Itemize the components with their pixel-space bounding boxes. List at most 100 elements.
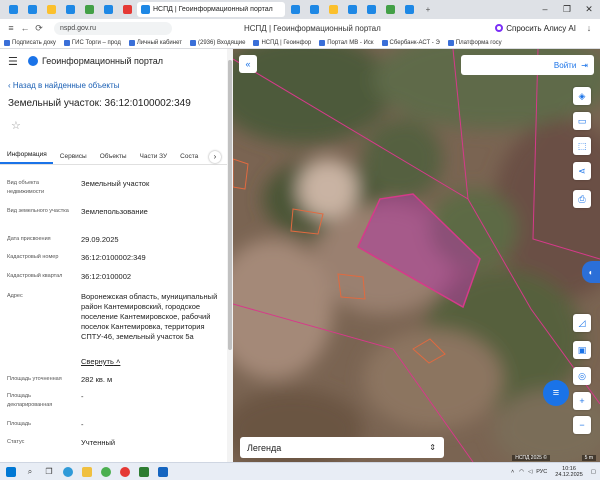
url-field[interactable]: nspd.gov.ru xyxy=(54,21,172,35)
tab-13[interactable] xyxy=(381,2,399,17)
tab-favicon-icon xyxy=(366,5,376,14)
overview-map-icon[interactable]: ▣ xyxy=(573,341,591,359)
tab-favicon-icon xyxy=(141,5,150,14)
chevron-up-icon[interactable]: ˄ xyxy=(511,469,514,475)
menu-icon[interactable]: ≡ xyxy=(4,23,18,33)
alice-icon xyxy=(495,24,504,32)
chrome-icon[interactable] xyxy=(99,466,113,478)
property-value: Воронежская область, муниципальный район… xyxy=(81,292,218,341)
back-to-results-link[interactable]: ‹ Назад в найденные объекты xyxy=(0,73,233,90)
search-icon[interactable]: ⌕ xyxy=(23,466,37,478)
tab-active-title: НСПД | Геоинформационный портал xyxy=(153,6,273,13)
locate-icon[interactable]: ◎ xyxy=(573,367,591,385)
side-widget-icon[interactable]: ◐ xyxy=(582,261,600,283)
tab-active[interactable]: НСПД | Геоинформационный портал xyxy=(137,2,285,17)
bookmark-item[interactable]: (2936) Входящие xyxy=(189,39,245,46)
tab-objects[interactable]: Объекты xyxy=(93,153,133,164)
brand[interactable]: Геоинформационный портал xyxy=(28,56,163,66)
new-tab-button[interactable]: + xyxy=(419,2,437,17)
tab-7[interactable] xyxy=(118,2,136,17)
tab-11[interactable] xyxy=(343,2,361,17)
property-value: Учтенный xyxy=(81,438,116,447)
tab-6[interactable] xyxy=(99,2,117,17)
bookmark-item[interactable]: Личный кабинет xyxy=(128,39,182,46)
tab-1[interactable] xyxy=(4,2,22,17)
login-button[interactable]: Войти ⇥ xyxy=(461,55,594,75)
tab-composition[interactable]: Соста xyxy=(173,153,204,164)
task-view-icon[interactable]: ❐ xyxy=(42,466,56,478)
tab-5[interactable] xyxy=(80,2,98,17)
windows-start-icon[interactable] xyxy=(4,466,18,478)
bookmark-item[interactable]: Платформа госу xyxy=(447,39,502,46)
edge-icon[interactable] xyxy=(61,466,75,478)
window-controls: – ❐ ✕ xyxy=(534,4,600,15)
login-label: Войти xyxy=(553,60,577,70)
explorer-icon[interactable] xyxy=(80,466,94,478)
minimize-button[interactable]: – xyxy=(534,4,556,15)
volume-icon[interactable]: ◁ xyxy=(528,469,532,475)
map-attribution: НСПД 2025 © xyxy=(512,455,550,461)
app-icon[interactable] xyxy=(137,466,151,478)
notifications-icon[interactable]: ▢ xyxy=(591,469,596,475)
tab-information[interactable]: Информация xyxy=(0,151,53,164)
share-icon[interactable]: ⋖ xyxy=(573,162,591,180)
close-window-button[interactable]: ✕ xyxy=(578,4,600,15)
tab-parts[interactable]: Части ЗУ xyxy=(133,153,174,164)
tab-favicon-icon xyxy=(65,5,75,14)
back-icon[interactable]: ← xyxy=(18,23,32,33)
network-icon[interactable]: ◠ xyxy=(519,469,524,475)
tab-2[interactable] xyxy=(23,2,41,17)
refresh-icon[interactable]: ⟳ xyxy=(32,23,46,34)
folder-icon xyxy=(82,466,92,477)
yandex-browser-icon[interactable] xyxy=(118,466,132,478)
tab-10[interactable] xyxy=(324,2,342,17)
bookmark-item[interactable]: ГИС Торги – прод xyxy=(63,39,121,46)
bookmark-item[interactable]: Подписать доку xyxy=(4,39,56,46)
property-value: 282 кв. м xyxy=(81,375,113,384)
clock[interactable]: 10:16 24.12.2025 xyxy=(555,466,583,478)
tab-favicon-icon xyxy=(27,5,37,14)
collapse-panel-button[interactable]: « xyxy=(239,55,257,73)
info-tabs: Информация Сервисы Объекты Части ЗУ Сост… xyxy=(0,149,227,165)
property-key: Вид земельного участка xyxy=(7,208,69,214)
tab-12[interactable] xyxy=(362,2,380,17)
app-icon[interactable] xyxy=(156,466,170,478)
panel-scrollbar-thumb[interactable] xyxy=(228,60,232,350)
satellite-map[interactable]: « Войти ⇥ ◈ ▭ ⬚ ⋖ ⎙ ◐ ◿ ▣ ◎ ≡ + − Легенда… xyxy=(233,49,600,462)
legend-dropdown[interactable]: Легенда ⇕ xyxy=(240,437,444,458)
collapse-link[interactable]: Свернуть ˄ xyxy=(81,357,231,367)
bookmark-item[interactable]: Портал МВ - Иск xyxy=(319,39,374,46)
system-tray: ˄ ◠ ◁ РУС 10:16 24.12.2025 ▢ xyxy=(511,466,600,478)
tab-8[interactable] xyxy=(286,2,304,17)
basemap-icon[interactable]: ▭ xyxy=(573,112,591,130)
language-indicator[interactable]: РУС xyxy=(536,469,547,475)
tab-14[interactable] xyxy=(400,2,418,17)
favorite-star-icon[interactable]: ☆ xyxy=(0,109,233,132)
layers-icon[interactable]: ◈ xyxy=(573,87,591,105)
select-area-icon[interactable]: ⬚ xyxy=(573,137,591,155)
zoom-out-button[interactable]: − xyxy=(573,416,591,434)
bookmark-item[interactable]: НСПД | Геоинфор xyxy=(253,39,311,46)
tab-favicon-icon xyxy=(347,5,357,14)
collapse-text: Свернуть xyxy=(81,357,114,366)
bookmark-item[interactable]: Сбербанк-АСТ - Э xyxy=(381,39,440,46)
alice-button[interactable]: Спросить Алису AI xyxy=(495,24,576,33)
property-key: Площадь уточненная xyxy=(7,376,62,382)
zoom-in-button[interactable]: + xyxy=(573,392,591,410)
tab-3[interactable] xyxy=(42,2,60,17)
tab-9[interactable] xyxy=(305,2,323,17)
tab-services[interactable]: Сервисы xyxy=(53,153,93,164)
download-icon[interactable]: ↓ xyxy=(582,23,596,33)
chat-icon[interactable]: ≡ xyxy=(543,380,569,406)
tabs-scroll-right-icon[interactable]: › xyxy=(209,151,221,163)
hamburger-menu-icon[interactable]: ☰ xyxy=(8,55,22,68)
measure-icon[interactable]: ◿ xyxy=(573,314,591,332)
alice-label: Спросить Алису AI xyxy=(506,23,576,33)
print-icon[interactable]: ⎙ xyxy=(573,190,591,208)
windows-logo-icon xyxy=(6,466,16,477)
maximize-button[interactable]: ❐ xyxy=(556,4,578,15)
tab-favicon-icon xyxy=(84,5,94,14)
tab-favicon-icon xyxy=(385,5,395,14)
legend-label: Легенда xyxy=(247,442,282,453)
tab-4[interactable] xyxy=(61,2,79,17)
